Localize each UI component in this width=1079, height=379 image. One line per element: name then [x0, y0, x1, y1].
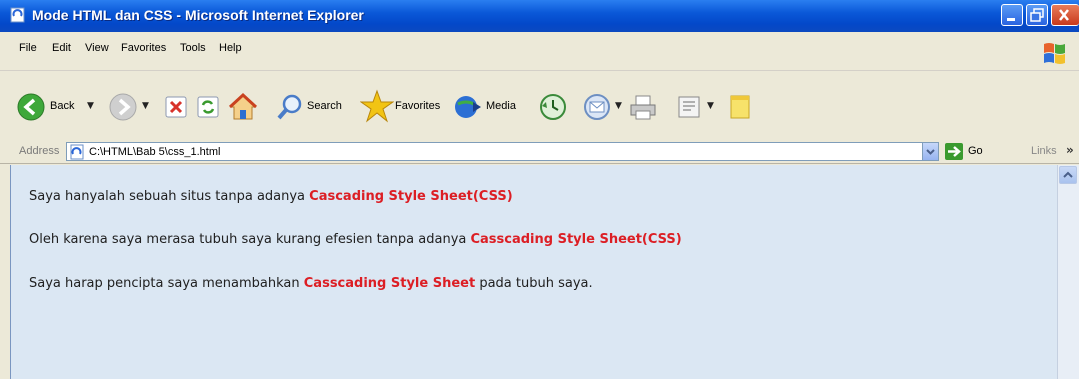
paragraph-3-after: pada tubuh saya.	[475, 276, 593, 291]
close-icon	[1059, 9, 1069, 21]
edit-dropdown-caret[interactable]: ▼	[707, 101, 714, 111]
home-icon[interactable]	[228, 92, 258, 122]
search-icon	[277, 94, 302, 120]
links-label[interactable]: Links	[1031, 145, 1057, 157]
menu-file[interactable]: File	[19, 42, 37, 54]
paragraph-1-text: Saya hanyalah sebuah situs tanpa adanya	[29, 189, 310, 204]
favorites-label: Favorites	[395, 100, 441, 112]
paragraph-2-text: Oleh karena saya merasa tubuh saya kuran…	[29, 232, 471, 247]
media-label: Media	[486, 100, 516, 112]
ie-page-icon	[70, 144, 84, 160]
search-label: Search	[307, 100, 342, 112]
page-content: Saya hanyalah sebuah situs tanpa adanya …	[10, 165, 1057, 379]
minimize-button[interactable]	[1001, 4, 1023, 26]
favorites-star-icon	[360, 89, 394, 123]
back-dropdown-caret[interactable]: ▼	[87, 101, 94, 111]
maximize-icon	[1030, 8, 1044, 22]
back-label: Back	[50, 100, 75, 112]
paragraph-1: Saya hanyalah sebuah situs tanpa adanya …	[29, 189, 513, 204]
scroll-up-button[interactable]	[1059, 166, 1077, 184]
menu-tools[interactable]: Tools	[180, 42, 206, 54]
menu-view[interactable]: View	[85, 42, 109, 54]
mail-dropdown-caret[interactable]: ▼	[615, 101, 622, 111]
forward-arrow-icon	[109, 93, 137, 121]
links-chevron[interactable]: »	[1066, 143, 1074, 157]
messenger-icon[interactable]	[725, 92, 755, 122]
chevron-down-icon	[926, 149, 935, 155]
menu-favorites[interactable]: Favorites	[121, 42, 166, 54]
title-bar[interactable]: Mode HTML dan CSS - Microsoft Internet E…	[0, 0, 1079, 32]
stop-icon[interactable]	[164, 95, 188, 119]
minimize-icon	[1007, 18, 1015, 21]
ie-page-icon	[10, 7, 25, 23]
paragraph-3-text: Saya harap pencipta saya menambahkan	[29, 276, 304, 291]
paragraph-2: Oleh karena saya merasa tubuh saya kuran…	[29, 232, 682, 247]
windows-logo-icon	[1044, 43, 1065, 64]
go-button[interactable]	[945, 143, 963, 160]
refresh-icon[interactable]	[196, 95, 220, 119]
paragraph-3: Saya harap pencipta saya menambahkan Cas…	[29, 276, 593, 291]
mail-icon	[584, 94, 610, 120]
browser-window: Mode HTML dan CSS - Microsoft Internet E…	[0, 0, 1079, 379]
maximize-button[interactable]	[1026, 4, 1048, 26]
window-title: Mode HTML dan CSS - Microsoft Internet E…	[32, 7, 364, 23]
paragraph-2-highlight: Casscading Style Sheet(CSS)	[470, 232, 682, 247]
address-input[interactable]: C:\HTML\Bab 5\css_1.html	[66, 142, 938, 161]
vertical-scrollbar[interactable]	[1057, 165, 1079, 379]
paragraph-3-highlight: Casscading Style Sheet	[303, 276, 476, 291]
print-icon[interactable]	[628, 92, 658, 122]
edit-icon	[678, 96, 700, 118]
chevron-up-icon	[1063, 171, 1073, 178]
standard-toolbar: Back ▼ ▼ Search Favorites Media ▼ ▼	[0, 71, 1079, 142]
forward-dropdown-caret[interactable]: ▼	[142, 101, 149, 111]
address-url: C:\HTML\Bab 5\css_1.html	[89, 146, 221, 158]
media-icon	[455, 96, 481, 118]
close-button[interactable]	[1051, 4, 1079, 26]
paragraph-1-highlight: Cascading Style Sheet(CSS)	[309, 189, 513, 204]
menu-edit[interactable]: Edit	[52, 42, 71, 54]
menu-bar: File Edit View Favorites Tools Help	[0, 32, 1079, 71]
address-bar: Address C:\HTML\Bab 5\css_1.html Go Link…	[0, 141, 1079, 164]
history-icon[interactable]	[538, 92, 568, 122]
menu-help[interactable]: Help	[219, 42, 242, 54]
go-label[interactable]: Go	[968, 145, 983, 157]
address-dropdown-button[interactable]	[922, 142, 939, 161]
address-label: Address	[19, 145, 60, 157]
go-arrow-icon	[948, 146, 961, 157]
back-arrow-icon	[17, 93, 45, 121]
